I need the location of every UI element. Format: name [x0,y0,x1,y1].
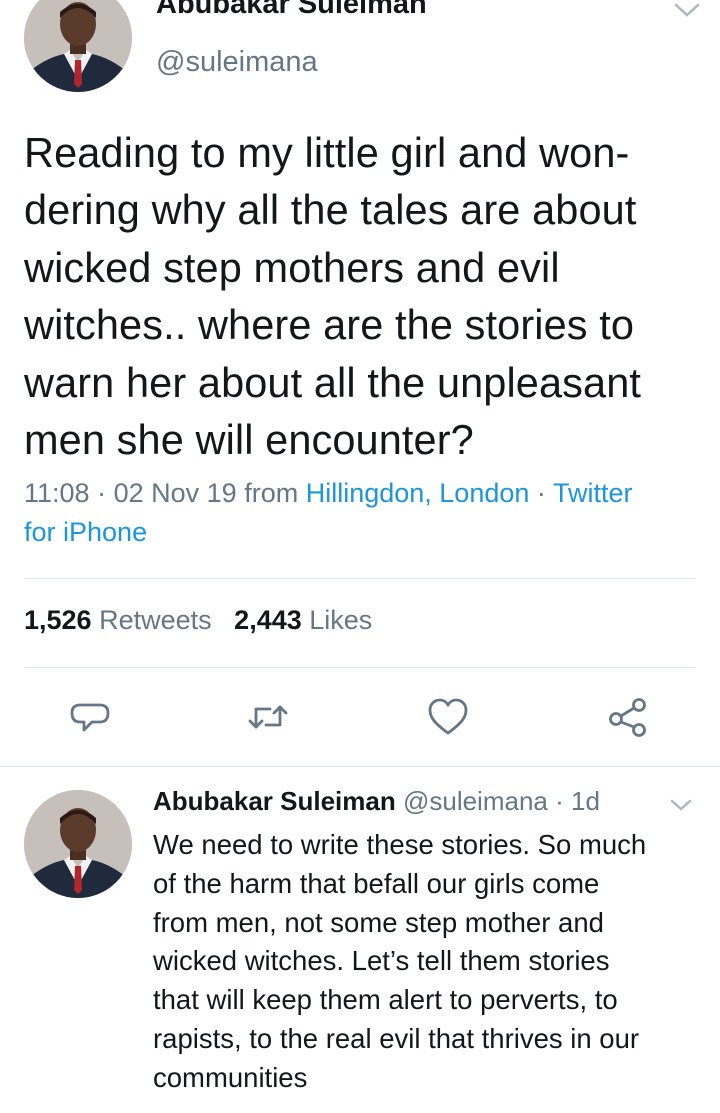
separator-dot: · [536,478,546,508]
reply-age: 1d [571,786,600,816]
retweet-button[interactable] [244,693,292,741]
tweet-meta: 11:08 · 02 Nov 19 from Hillingdon, Londo… [24,474,714,552]
tweet-text-line: men she will encounter? [24,416,474,464]
reply-author-name[interactable]: Abubakar Suleiman [153,786,396,816]
tweet-text: Reading to my little girl and won- derin… [24,124,704,468]
tweet-date: 02 Nov 19 [113,478,237,508]
client-name-part1: Twitter [552,478,633,508]
chevron-down-icon[interactable] [674,2,700,23]
reply-text-line: of the harm that befall our girls come [153,867,600,899]
likes-stat[interactable]: 2,443 Likes [234,605,372,635]
retweets-count: 1,526 [24,605,92,635]
divider [0,766,720,767]
share-icon [609,698,646,737]
likes-label: Likes [309,605,373,635]
reply-author-avatar[interactable] [24,790,132,898]
reply-text-line: that will keep them alert to perverts, t… [153,984,618,1016]
tweet-text-line: witches.. where are the stories to [24,301,635,349]
tweet-time: 11:08 [24,478,90,508]
like-button[interactable] [424,693,472,741]
location-link[interactable]: Hillingdon, London [306,478,530,508]
likes-count: 2,443 [234,605,302,635]
tweet-text-line: dering why all the tales are about [24,186,637,234]
separator-dot: · [97,478,107,508]
author-avatar[interactable] [24,0,132,92]
reply-button[interactable] [66,693,114,741]
from-label: from [244,478,299,508]
reply-text-line: We need to write these stories. So much [153,829,647,860]
divider [24,667,696,668]
tweet-text-line: warn her about all the unpleasant [24,358,642,406]
client-name-part2: for iPhone [24,517,148,547]
tweet-stats: 1,526 Retweets 2,443 Likes [24,605,372,636]
reply-text-line: from men, not some step mother and [153,906,604,938]
reply-text-line: wicked witches. Let’s tell them stories [153,945,610,977]
author-name[interactable]: Abubakar Suleiman [156,0,427,21]
heart-icon [428,698,468,735]
retweet-icon [248,705,288,729]
retweets-label: Retweets [99,605,212,635]
share-button[interactable] [604,693,652,741]
divider [24,578,696,579]
author-handle[interactable]: @suleimana [156,46,318,79]
retweets-stat[interactable]: 1,526 Retweets [24,605,212,635]
reply-text-line: communities [153,1061,308,1093]
reply-icon [70,703,110,732]
reply-author-handle[interactable]: @suleimana [403,786,548,816]
tweet-text-line: Reading to my little girl and won- [24,129,630,176]
separator-dot: · [555,786,564,816]
reply-text: We need to write these stories. So much … [153,826,713,1098]
tweet-text-line: wicked step mothers and evil [24,243,560,291]
chevron-down-icon[interactable] [670,798,692,817]
reply-header: Abubakar Suleiman @suleimana · 1d [153,786,600,817]
reply-text-line: rapists, to the real evil that thrives i… [153,1022,640,1054]
